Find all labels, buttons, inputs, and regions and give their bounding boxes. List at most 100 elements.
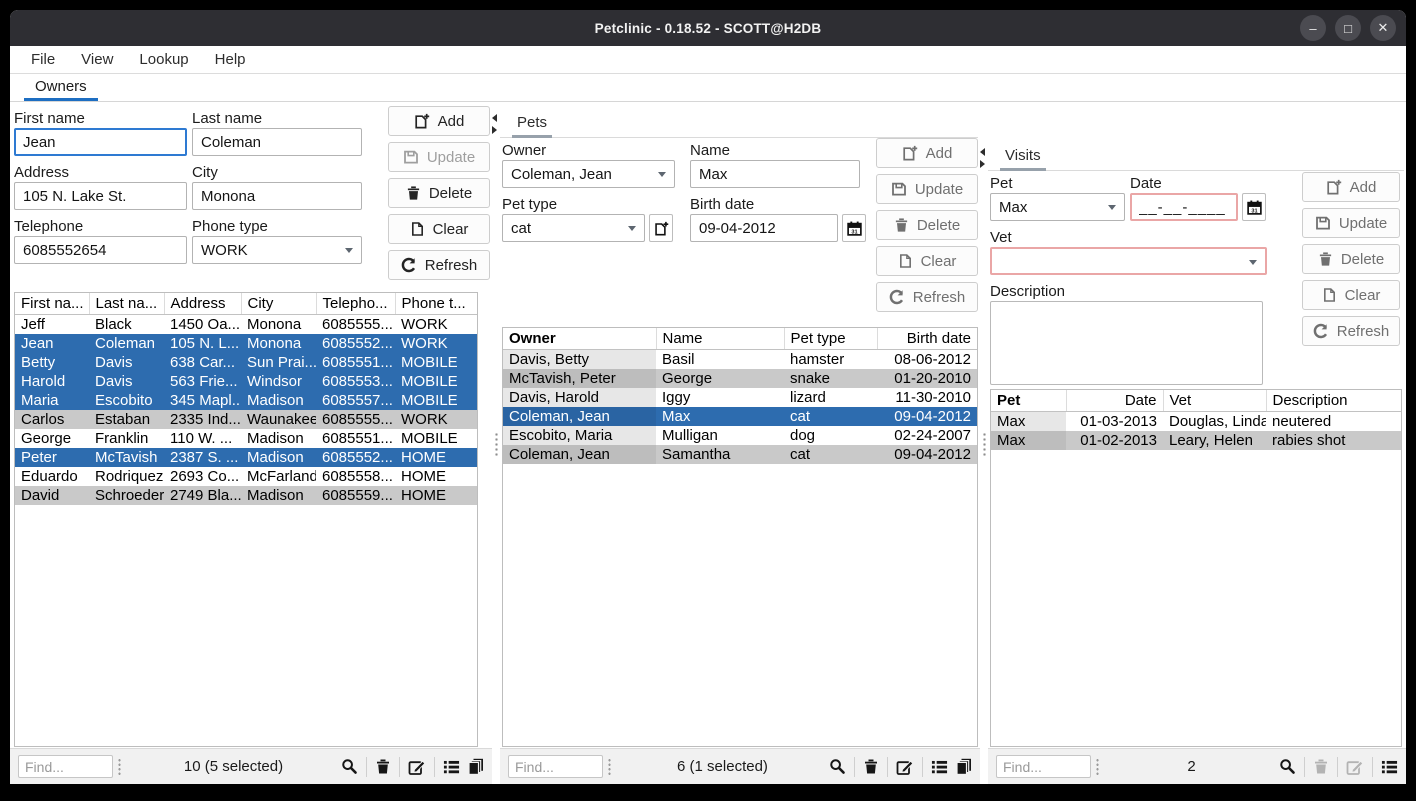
menu-file[interactable]: File [18,51,68,68]
pets-find-input[interactable] [508,755,603,778]
table-row[interactable]: Davis, BettyBasilhamster08-06-2012 [503,350,977,370]
pets-status-delete-button[interactable] [863,758,879,775]
visits-add-button[interactable]: Add [1302,172,1400,202]
column-header[interactable]: Pet [991,390,1066,412]
city-input[interactable] [192,182,362,210]
visits-status-list-button[interactable] [1381,759,1398,775]
visit-date-calendar-button[interactable] [1242,193,1266,221]
menu-lookup[interactable]: Lookup [126,51,201,68]
owners-status-delete-button[interactable] [375,758,391,775]
birth-date-input[interactable] [690,214,838,242]
pets-status-duplicate-button[interactable] [956,758,972,775]
column-header[interactable]: Vet [1163,390,1266,412]
pet-type-combo[interactable]: cat [502,214,645,242]
table-row[interactable]: Davis, HaroldIggylizard11-30-2010 [503,388,977,407]
table-row[interactable]: EduardoRodriquez2693 Co...McFarland60855… [15,467,477,486]
visits-refresh-button[interactable]: Refresh [1302,316,1400,346]
owners-delete-button[interactable]: Delete [388,178,490,208]
pets-add-button[interactable]: Add [876,138,978,168]
visits-delete-button[interactable]: Delete [1302,244,1400,274]
table-row[interactable]: Coleman, JeanMaxcat09-04-2012 [503,407,977,426]
visits-status-edit-button[interactable] [1346,758,1364,776]
table-row[interactable]: DavidSchroeder2749 Bla...Madison6085559.… [15,486,477,505]
visit-date-input[interactable] [1130,193,1238,221]
column-header[interactable]: Last na... [89,293,164,315]
owners-status-duplicate-button[interactable] [468,758,484,775]
table-row[interactable]: Max01-03-2013Douglas, Lindaneutered [991,412,1401,432]
address-input[interactable] [14,182,187,210]
pets-visits-splitter[interactable] [980,102,988,784]
tab-pets[interactable]: Pets [512,110,552,138]
telephone-input[interactable] [14,236,187,264]
owners-clear-button[interactable]: Clear [388,214,490,244]
first-name-input[interactable] [14,128,187,156]
owners-find-input[interactable] [18,755,113,778]
owners-pets-splitter[interactable] [492,102,500,784]
visits-status-delete-button[interactable] [1313,758,1329,775]
column-header[interactable]: First na... [15,293,89,315]
pets-delete-button[interactable]: Delete [876,210,978,240]
collapse-left-icon[interactable] [492,114,497,122]
pet-owner-combo[interactable]: Coleman, Jean [502,160,675,188]
table-row[interactable]: BettyDavis638 Car...Sun Prai...6085551..… [15,353,477,372]
table-row[interactable]: HaroldDavis563 Frie...Windsor6085553...M… [15,372,477,391]
column-header[interactable]: Birth date [877,328,977,350]
visit-vet-combo[interactable] [990,247,1267,275]
close-button[interactable]: ✕ [1370,15,1396,41]
table-row[interactable]: Coleman, JeanSamanthacat09-04-2012 [503,445,977,464]
owners-status-list-button[interactable] [443,759,460,775]
table-row[interactable]: PeterMcTavish2387 S. ...Madison6085552..… [15,448,477,467]
column-header[interactable]: Phone t... [395,293,477,315]
table-row[interactable]: McTavish, PeterGeorgesnake01-20-2010 [503,369,977,388]
owners-update-button[interactable]: Update [388,142,490,172]
menu-help[interactable]: Help [202,51,259,68]
drag-grip-icon[interactable] [608,758,611,776]
splitter-grip-icon[interactable] [495,432,498,456]
pets-refresh-button[interactable]: Refresh [876,282,978,312]
visits-find-input[interactable] [996,755,1091,778]
phone-type-combo[interactable]: WORK [192,236,362,264]
table-row[interactable]: CarlosEstaban2335 Ind...Waunakee6085555.… [15,410,477,429]
pet-type-add-button[interactable] [649,214,673,242]
collapse-right-icon[interactable] [980,160,985,168]
pets-status-edit-button[interactable] [896,758,914,776]
pets-update-button[interactable]: Update [876,174,978,204]
pets-status-list-button[interactable] [931,759,948,775]
column-header[interactable]: City [241,293,316,315]
tab-owners[interactable]: Owners [24,74,98,101]
owners-refresh-button[interactable]: Refresh [388,250,490,280]
column-header[interactable]: Address [164,293,241,315]
drag-grip-icon[interactable] [118,758,121,776]
table-row[interactable]: JeffBlack1450 Oa...Monona6085555...WORK [15,315,477,335]
column-header[interactable]: Date [1066,390,1163,412]
table-row[interactable]: MariaEscobito345 Mapl...Madison6085557..… [15,391,477,410]
menu-view[interactable]: View [68,51,126,68]
splitter-grip-icon[interactable] [983,432,986,456]
pets-status-search-button[interactable] [829,758,846,775]
column-header[interactable]: Pet type [784,328,877,350]
visits-clear-button[interactable]: Clear [1302,280,1400,310]
last-name-input[interactable] [192,128,362,156]
birth-date-calendar-button[interactable] [842,214,866,242]
owners-status-edit-button[interactable] [408,758,426,776]
table-row[interactable]: Max01-02-2013Leary, Helenrabies shot [991,431,1401,450]
visits-status-search-button[interactable] [1279,758,1296,775]
visit-pet-combo[interactable]: Max [990,193,1125,221]
maximize-button[interactable]: □ [1335,15,1361,41]
collapse-left-icon[interactable] [980,148,985,156]
collapse-right-icon[interactable] [492,126,497,134]
table-row[interactable]: GeorgeFranklin110 W. ...Madison6085551..… [15,429,477,448]
column-header[interactable]: Owner [503,328,656,350]
visit-description-textarea[interactable] [990,301,1263,385]
tab-visits[interactable]: Visits [1000,143,1046,171]
column-header[interactable]: Telepho... [316,293,395,315]
drag-grip-icon[interactable] [1096,758,1099,776]
table-row[interactable]: Escobito, MariaMulligandog02-24-2007 [503,426,977,445]
column-header[interactable]: Name [656,328,784,350]
owners-status-search-button[interactable] [341,758,358,775]
pets-clear-button[interactable]: Clear [876,246,978,276]
table-row[interactable]: JeanColeman105 N. L...Monona6085552...WO… [15,334,477,353]
owners-add-button[interactable]: Add [388,106,490,136]
column-header[interactable]: Description [1266,390,1401,412]
visits-update-button[interactable]: Update [1302,208,1400,238]
